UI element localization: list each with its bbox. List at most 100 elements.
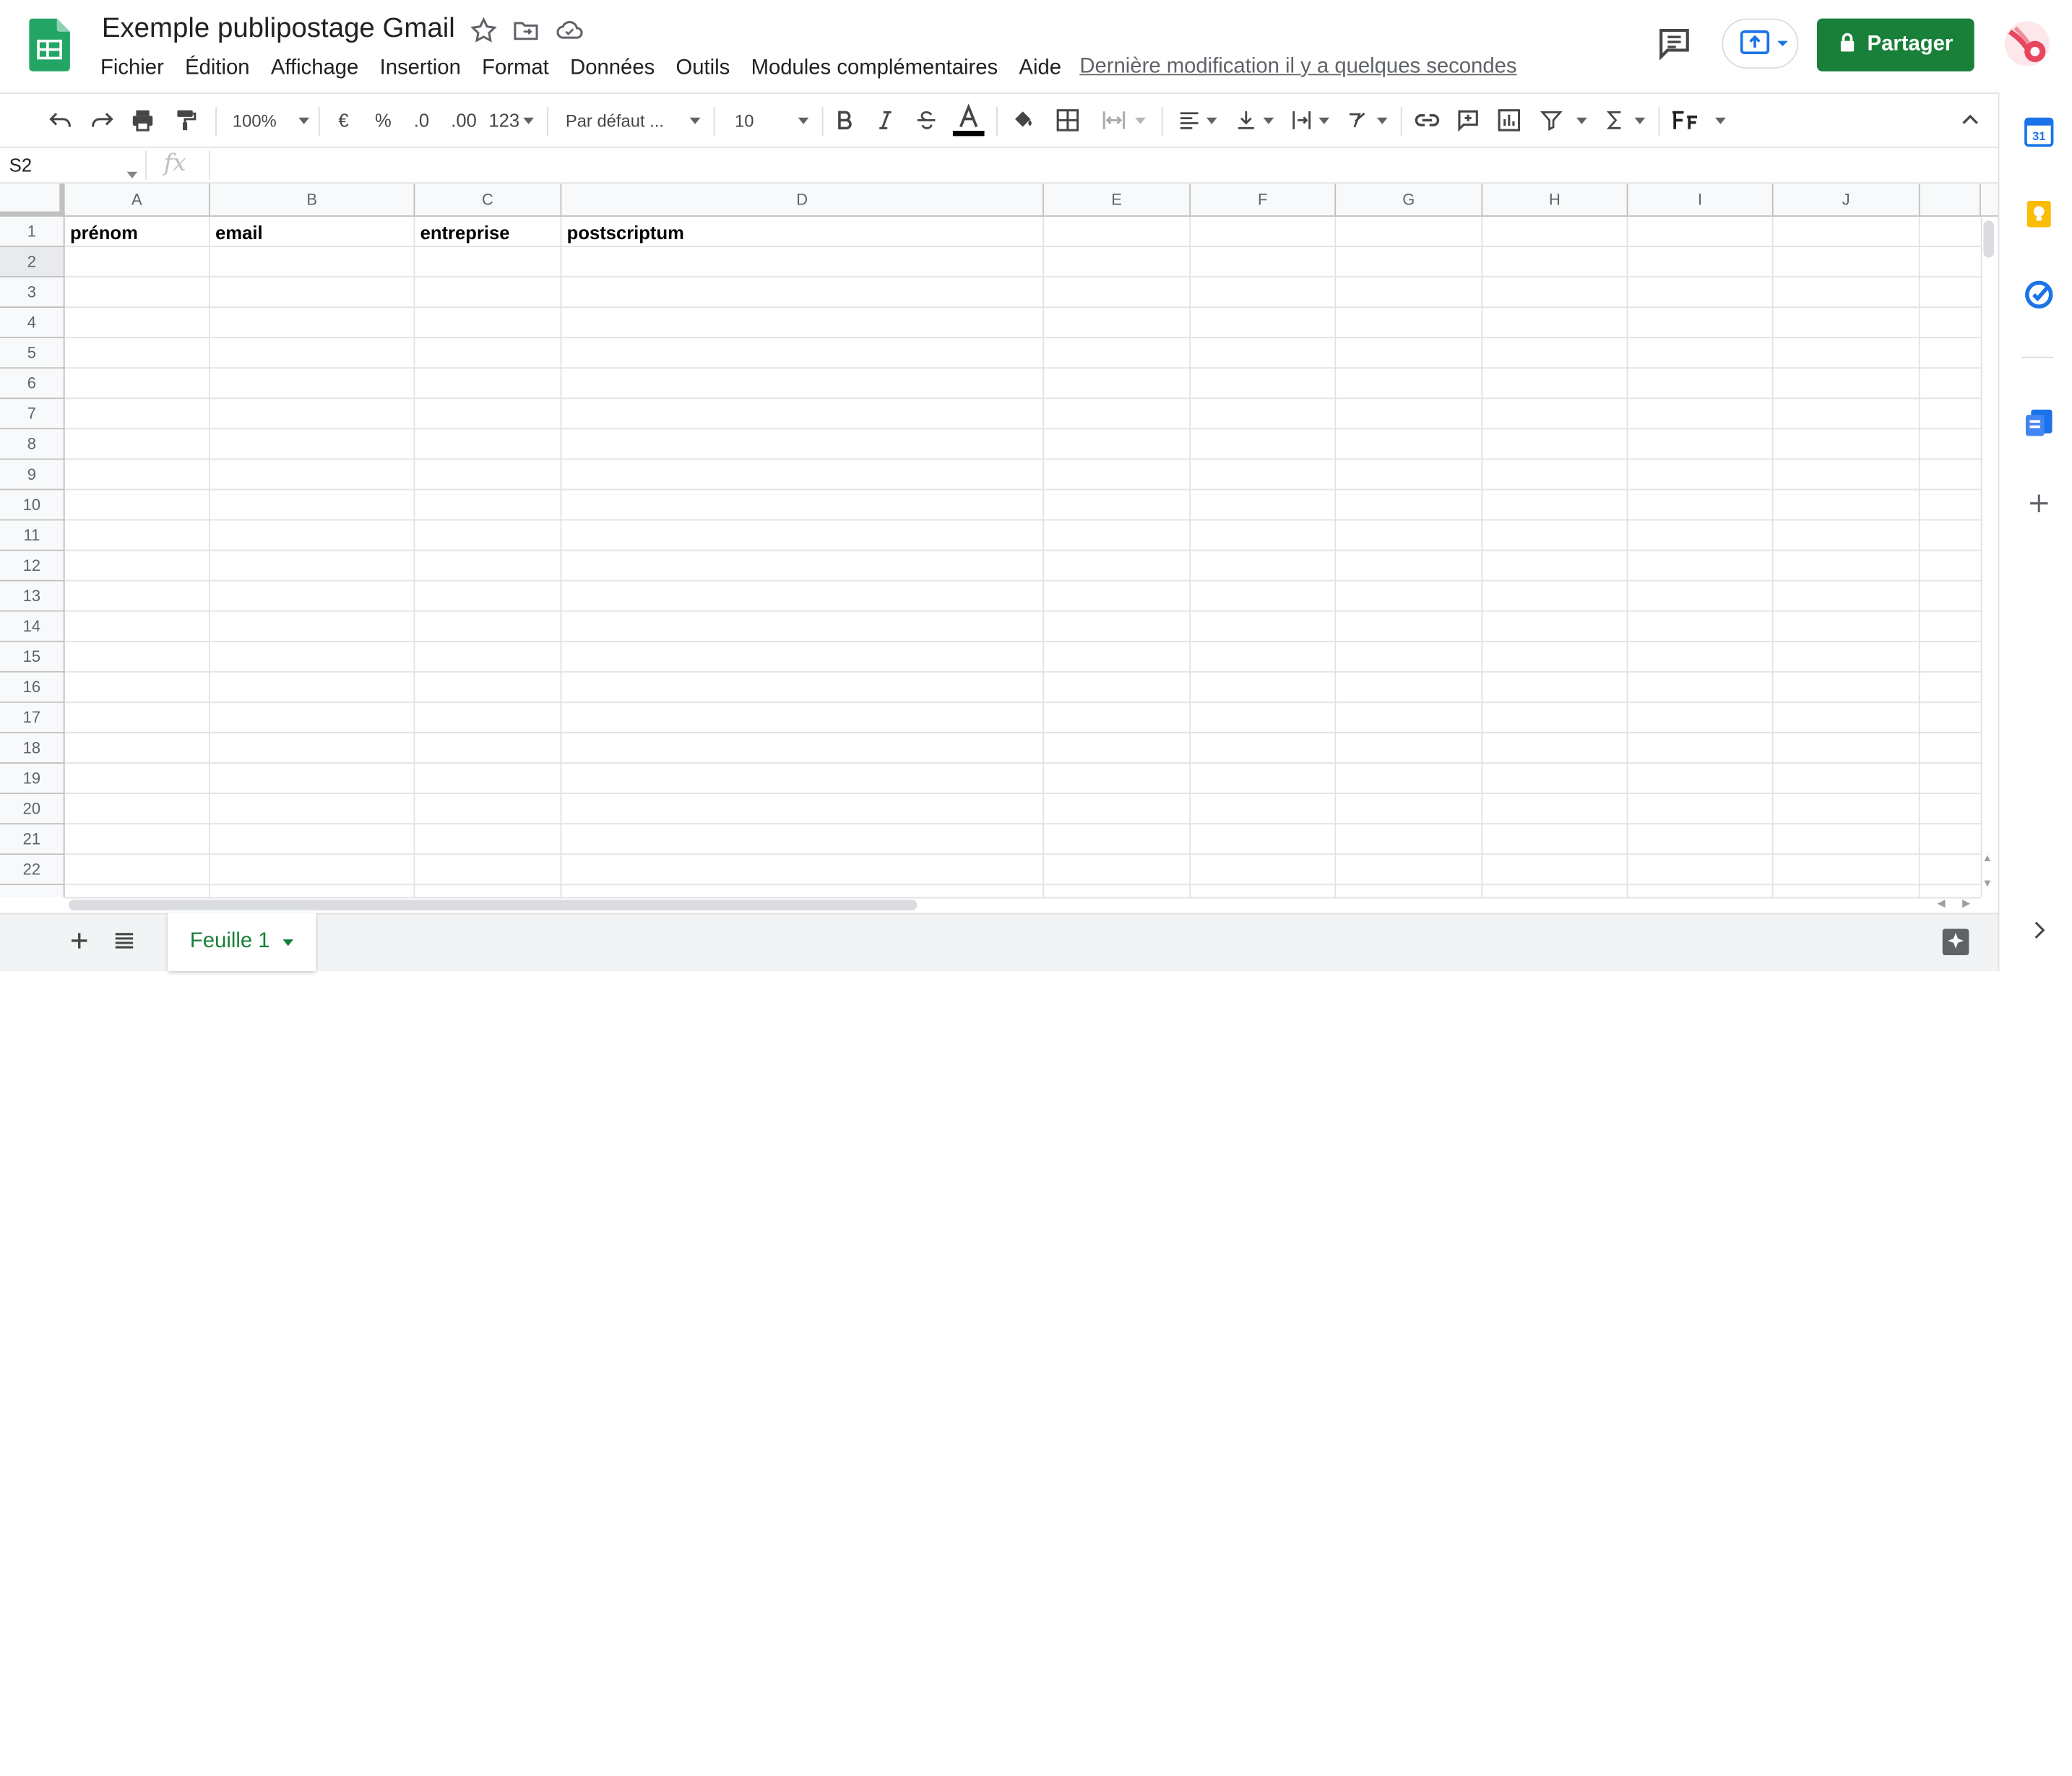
menu-donnees[interactable]: Données: [559, 54, 665, 83]
vertical-align-icon[interactable]: [1230, 104, 1278, 136]
row-header-7[interactable]: 7: [0, 399, 65, 430]
add-sheet-icon[interactable]: [66, 926, 92, 955]
collapse-toolbar-icon[interactable]: [1954, 104, 1986, 136]
column-header-g[interactable]: G: [1336, 184, 1483, 216]
row-header-11[interactable]: 11: [0, 520, 65, 551]
cell-a1[interactable]: prénom: [70, 222, 138, 243]
contacts-icon[interactable]: [2023, 407, 2055, 439]
share-button[interactable]: Partager: [1816, 18, 1974, 72]
column-header-j[interactable]: J: [1774, 184, 1920, 216]
text-color-icon[interactable]: [952, 103, 985, 137]
scroll-right-arrow-icon[interactable]: ▶: [1962, 897, 1970, 909]
column-header-b[interactable]: B: [210, 184, 415, 216]
cell-b1[interactable]: email: [215, 222, 263, 243]
chevron-down-icon[interactable]: [282, 939, 294, 946]
spreadsheet-grid[interactable]: A B C D E F G H I J 1 2 3 4 5 6 7 8 9 10…: [0, 184, 1998, 897]
vertical-scroll-thumb[interactable]: [1983, 220, 1995, 258]
row-header-3[interactable]: 3: [0, 277, 65, 309]
row-header-23[interactable]: [0, 885, 65, 897]
more-formats-button[interactable]: 123: [488, 104, 535, 136]
cell-d1[interactable]: postscriptum: [567, 222, 684, 243]
column-header-e[interactable]: E: [1044, 184, 1191, 216]
keep-icon[interactable]: [2023, 198, 2055, 230]
column-header-c[interactable]: C: [415, 184, 562, 216]
strikethrough-icon[interactable]: [912, 104, 941, 136]
cloud-saved-icon[interactable]: [555, 16, 584, 45]
row-header-8[interactable]: 8: [0, 429, 65, 460]
calendar-icon[interactable]: 31: [2023, 116, 2055, 148]
redo-icon[interactable]: [86, 104, 118, 136]
row-header-20[interactable]: 20: [0, 793, 65, 825]
currency-format-button[interactable]: €: [330, 104, 357, 136]
explore-icon[interactable]: [1940, 926, 1972, 958]
formula-input[interactable]: [220, 153, 1964, 180]
text-rotation-icon[interactable]: [1342, 104, 1390, 136]
row-header-1[interactable]: 1: [0, 216, 65, 247]
tasks-icon[interactable]: [2023, 279, 2055, 311]
merge-cells-icon[interactable]: [1095, 104, 1151, 136]
menu-insertion[interactable]: Insertion: [369, 54, 472, 83]
column-header-f[interactable]: F: [1191, 184, 1337, 216]
decrease-decimals-button[interactable]: .0: [406, 104, 438, 136]
scroll-down-arrow-icon[interactable]: ▼: [1982, 877, 1993, 889]
row-header-10[interactable]: 10: [0, 490, 65, 521]
column-header-d[interactable]: D: [561, 184, 1044, 216]
row-header-13[interactable]: 13: [0, 581, 65, 612]
menu-aide[interactable]: Aide: [1009, 54, 1072, 83]
document-title[interactable]: Exemple publipostage Gmail: [102, 12, 455, 46]
cell-c1[interactable]: entreprise: [420, 222, 510, 243]
row-header-14[interactable]: 14: [0, 611, 65, 642]
menu-modules[interactable]: Modules complémentaires: [741, 54, 1009, 83]
column-header-a[interactable]: A: [65, 184, 210, 216]
zoom-select[interactable]: 100%: [228, 104, 310, 136]
print-icon[interactable]: [127, 104, 159, 136]
row-header-5[interactable]: 5: [0, 338, 65, 369]
increase-decimals-button[interactable]: .00: [446, 104, 481, 136]
borders-icon[interactable]: [1053, 104, 1082, 136]
expand-panel-icon[interactable]: [2026, 917, 2052, 944]
insert-chart-icon[interactable]: [1493, 104, 1525, 136]
row-header-2[interactable]: 2: [0, 246, 65, 277]
name-box[interactable]: S2: [9, 155, 32, 176]
bold-icon[interactable]: [830, 104, 859, 136]
sheets-logo-icon[interactable]: [29, 18, 70, 72]
fill-color-icon[interactable]: [1009, 104, 1037, 136]
paint-format-icon[interactable]: [169, 104, 201, 136]
sheet-tab[interactable]: Feuille 1: [168, 913, 316, 971]
select-all-corner[interactable]: [0, 184, 65, 217]
horizontal-scroll-thumb[interactable]: [69, 900, 918, 910]
row-header-22[interactable]: 22: [0, 855, 65, 886]
insert-comment-icon[interactable]: [1452, 104, 1484, 136]
row-header-16[interactable]: 16: [0, 672, 65, 703]
all-sheets-icon[interactable]: [111, 926, 138, 955]
font-size-select[interactable]: 10: [730, 104, 809, 136]
row-header-21[interactable]: 21: [0, 824, 65, 855]
row-header-4[interactable]: 4: [0, 308, 65, 339]
column-header-h[interactable]: H: [1482, 184, 1628, 216]
menu-affichage[interactable]: Affichage: [260, 54, 369, 83]
filter-icon[interactable]: [1535, 104, 1591, 136]
comments-icon[interactable]: [1654, 24, 1694, 64]
scroll-left-arrow-icon[interactable]: ◀: [1937, 897, 1945, 909]
add-icon[interactable]: [2026, 490, 2052, 517]
cell-area[interactable]: prénom email entreprise postscriptum: [64, 216, 1981, 897]
functions-icon[interactable]: [1600, 104, 1648, 136]
star-icon[interactable]: [469, 16, 498, 45]
row-header-17[interactable]: 17: [0, 702, 65, 733]
italic-icon[interactable]: [871, 104, 899, 136]
present-button[interactable]: [1722, 18, 1799, 69]
undo-icon[interactable]: [45, 104, 77, 136]
scroll-up-arrow-icon[interactable]: ▲: [1982, 852, 1993, 863]
move-folder-icon[interactable]: [511, 16, 540, 45]
menu-outils[interactable]: Outils: [665, 54, 741, 83]
insert-link-icon[interactable]: [1411, 104, 1443, 136]
horizontal-align-icon[interactable]: [1173, 104, 1221, 136]
row-header-6[interactable]: 6: [0, 368, 65, 400]
account-avatar[interactable]: [2004, 21, 2050, 66]
menu-format[interactable]: Format: [471, 54, 559, 83]
row-header-9[interactable]: 9: [0, 460, 65, 491]
row-header-15[interactable]: 15: [0, 642, 65, 673]
row-header-19[interactable]: 19: [0, 763, 65, 794]
percent-format-button[interactable]: %: [370, 104, 397, 136]
column-header-k[interactable]: [1920, 184, 1981, 216]
